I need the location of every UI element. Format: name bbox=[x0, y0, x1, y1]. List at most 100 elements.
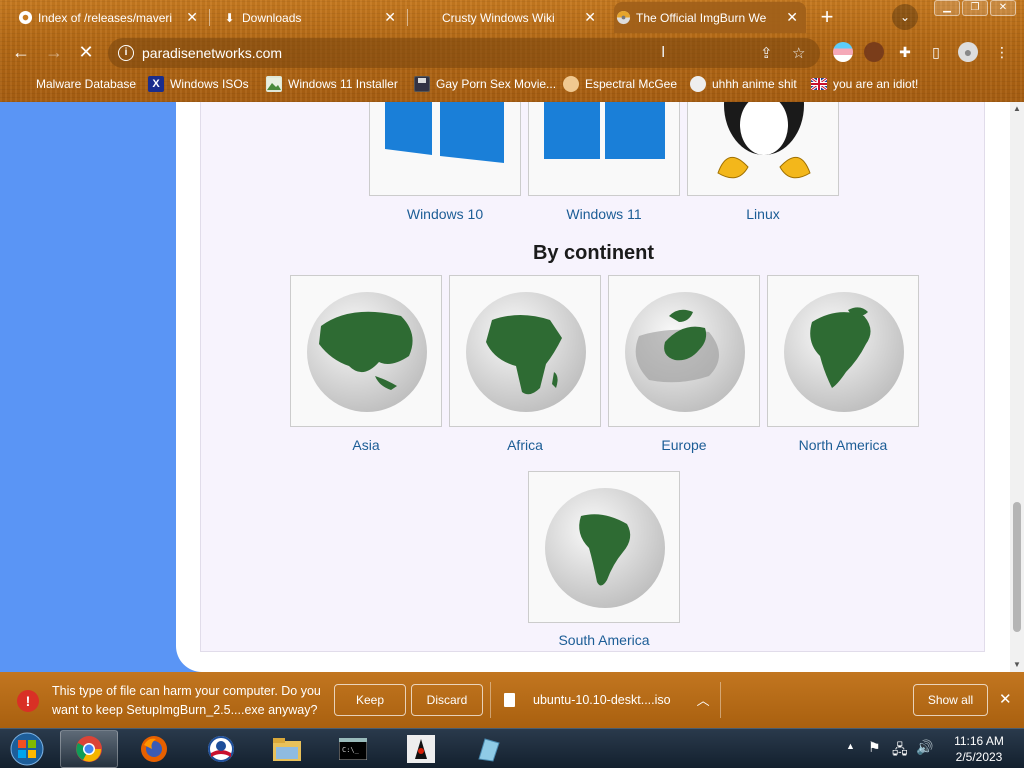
restore-button[interactable]: ❐ bbox=[962, 0, 988, 16]
bookmark-espectral-mcgee[interactable]: Espectral McGee bbox=[563, 76, 677, 92]
keep-button[interactable]: Keep bbox=[334, 684, 406, 716]
floppy-icon bbox=[414, 76, 430, 92]
flag-extension-icon[interactable] bbox=[833, 42, 853, 62]
clock[interactable]: 11:16 AM 2/5/2023 bbox=[940, 733, 1018, 765]
bookmark-uhhh-anime-shit[interactable]: uhhh anime shit bbox=[690, 76, 797, 92]
linux-label[interactable]: Linux bbox=[687, 206, 839, 222]
info-icon[interactable]: i bbox=[118, 45, 134, 61]
europe-card[interactable] bbox=[608, 275, 760, 427]
linux-card[interactable] bbox=[687, 102, 839, 196]
close-icon[interactable]: ✕ bbox=[584, 9, 596, 26]
java-duke-icon bbox=[407, 735, 435, 763]
south-america-label[interactable]: South America bbox=[528, 632, 680, 648]
start-button[interactable] bbox=[2, 730, 52, 768]
close-icon[interactable]: ✕ bbox=[384, 9, 396, 26]
bookmark-label: Espectral McGee bbox=[585, 77, 678, 91]
content-panel: Windows 10 Windows 11 Linux By continent bbox=[176, 102, 1014, 672]
bookmark-windows-11-installer[interactable]: Windows 11 Installer bbox=[266, 76, 398, 92]
taskbar-explorer[interactable] bbox=[258, 730, 316, 768]
scroll-up-arrow-icon[interactable]: ▲ bbox=[1010, 102, 1024, 116]
puzzle-icon[interactable]: ✚ bbox=[895, 42, 915, 62]
close-icon[interactable]: ✕ bbox=[186, 9, 198, 26]
action-center-flag-icon[interactable]: ⚑ bbox=[868, 739, 881, 756]
window-controls: ▁ ❐ ✕ bbox=[932, 0, 1016, 16]
europe-label[interactable]: Europe bbox=[608, 437, 760, 453]
europe-globe-icon bbox=[625, 292, 745, 412]
stop-button[interactable]: ✕ bbox=[75, 41, 97, 63]
close-window-button[interactable]: ✕ bbox=[990, 0, 1016, 16]
avatar-extension-icon[interactable] bbox=[864, 42, 884, 62]
chrome-icon bbox=[18, 10, 33, 25]
bookmark-gay-porn-sex-movie[interactable]: Gay Porn Sex Movie... bbox=[414, 76, 556, 92]
south-america-globe-icon bbox=[545, 488, 665, 608]
image-icon bbox=[266, 76, 282, 92]
bookmark-label: you are an idiot! bbox=[833, 77, 919, 91]
close-download-bar-icon[interactable]: ✕ bbox=[999, 690, 1012, 708]
discard-button[interactable]: Discard bbox=[411, 684, 483, 716]
scroll-thumb[interactable] bbox=[1013, 502, 1021, 632]
bookmark-malware-database[interactable]: Malware Database bbox=[14, 76, 136, 92]
asia-card[interactable] bbox=[290, 275, 442, 427]
taskbar-notepad[interactable] bbox=[458, 730, 516, 768]
windows-11-card[interactable] bbox=[528, 102, 680, 196]
show-hidden-icons-icon[interactable]: ▲ bbox=[846, 741, 855, 751]
flag-icon bbox=[811, 76, 827, 92]
volume-icon[interactable]: 🔊 bbox=[916, 739, 933, 756]
taskbar-command-prompt[interactable]: C:\_ bbox=[324, 730, 382, 768]
clock-date: 2/5/2023 bbox=[955, 750, 1003, 764]
north-america-card[interactable] bbox=[767, 275, 919, 427]
address-bar[interactable]: i paradisenetworks.com I ⇪ ☆ bbox=[108, 38, 820, 68]
windows-10-logo bbox=[385, 102, 504, 163]
star-icon[interactable]: ☆ bbox=[792, 44, 805, 62]
page-viewport: Windows 10 Windows 11 Linux By continent bbox=[0, 102, 1024, 672]
new-tab-button[interactable]: + bbox=[815, 6, 839, 30]
sidebar-icon[interactable]: ▯ bbox=[926, 42, 946, 62]
back-button[interactable]: ← bbox=[10, 41, 32, 63]
forward-button[interactable]: → bbox=[43, 41, 65, 63]
scroll-down-arrow-icon[interactable]: ▼ bbox=[1010, 658, 1024, 672]
taskbar-obama-app[interactable] bbox=[192, 730, 250, 768]
north-america-label[interactable]: North America bbox=[767, 437, 919, 453]
download-item[interactable]: ubuntu-10.10-deskt....iso ︿ bbox=[504, 690, 710, 709]
clock-time: 11:16 AM bbox=[954, 734, 1004, 748]
profile-icon[interactable]: ● bbox=[958, 42, 978, 62]
bookmark-label: Malware Database bbox=[36, 77, 137, 91]
asia-label[interactable]: Asia bbox=[290, 437, 442, 453]
tux-penguin-icon bbox=[717, 102, 811, 179]
africa-globe-icon bbox=[466, 292, 586, 412]
close-icon[interactable]: ✕ bbox=[786, 9, 798, 26]
tab-downloads[interactable]: ⬇ Downloads ✕ bbox=[220, 2, 404, 33]
chevron-up-icon[interactable]: ︿ bbox=[697, 690, 710, 709]
file-icon bbox=[504, 692, 515, 707]
page-scrollbar[interactable]: ▲ ▼ bbox=[1010, 102, 1024, 672]
command-prompt-icon: C:\_ bbox=[339, 738, 367, 760]
show-all-button[interactable]: Show all bbox=[913, 684, 988, 716]
taskbar: C:\_ ▲ ⚑ 🖧 🔊 11:16 AM 2/5/2023 bbox=[0, 728, 1024, 768]
url-text[interactable]: paradisenetworks.com bbox=[142, 45, 282, 61]
tab-index-releases[interactable]: Index of /releases/maveri ✕ bbox=[16, 2, 206, 33]
windows-10-label[interactable]: Windows 10 bbox=[369, 206, 521, 222]
tab-crusty-windows-wiki[interactable]: Crusty Windows Wiki ✕ bbox=[420, 2, 604, 33]
taskbar-chrome[interactable] bbox=[60, 730, 118, 768]
south-america-card[interactable] bbox=[528, 471, 680, 623]
tab-strip: Index of /releases/maveri ✕ ⬇ Downloads … bbox=[0, 0, 1024, 34]
anime-icon bbox=[690, 76, 706, 92]
taskbar-java-app[interactable] bbox=[392, 730, 450, 768]
africa-card[interactable] bbox=[449, 275, 601, 427]
divider bbox=[490, 682, 491, 718]
bookmark-you-are-an-idiot[interactable]: you are an idiot! bbox=[811, 76, 918, 92]
minimize-button[interactable]: ▁ bbox=[934, 0, 960, 16]
menu-icon[interactable]: ⋮ bbox=[992, 42, 1012, 62]
network-icon[interactable]: 🖧 bbox=[892, 739, 908, 763]
tab-imgburn[interactable]: The Official ImgBurn We ✕ bbox=[614, 2, 806, 33]
blank-page-icon bbox=[422, 10, 437, 25]
windows-11-label[interactable]: Windows 11 bbox=[528, 206, 680, 222]
bookmark-windows-isos[interactable]: X Windows ISOs bbox=[148, 76, 249, 92]
share-icon[interactable]: ⇪ bbox=[760, 44, 773, 62]
windows-10-card[interactable] bbox=[369, 102, 521, 196]
africa-label[interactable]: Africa bbox=[449, 437, 601, 453]
tab-search-button[interactable]: ⌄ bbox=[892, 4, 918, 30]
download-bar: ! This type of file can harm your comput… bbox=[0, 672, 1024, 728]
tab-separator bbox=[407, 9, 408, 26]
taskbar-firefox[interactable] bbox=[125, 730, 183, 768]
